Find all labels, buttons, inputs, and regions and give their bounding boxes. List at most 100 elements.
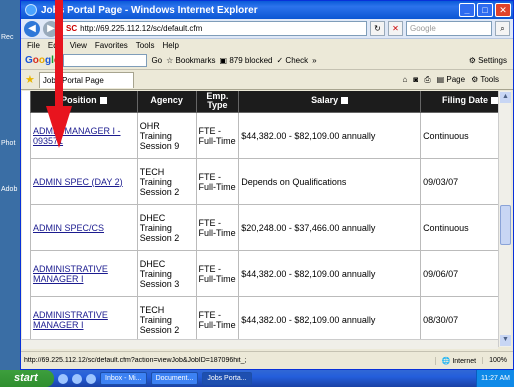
position-link[interactable]: ADMINISTRATIVE MANAGER I bbox=[33, 264, 108, 284]
clock[interactable]: 11:27 AM bbox=[481, 375, 510, 382]
agency-cell: TECH Training Session 2 bbox=[136, 296, 197, 343]
position-link[interactable]: ADMIN SPEC/CS bbox=[33, 223, 104, 233]
filing-date-cell: 09/03/07 bbox=[423, 176, 459, 187]
salary-cell: $44,382.00 - $82,109.00 annually bbox=[238, 296, 422, 343]
arrow-head bbox=[46, 106, 72, 148]
command-bar: ⌂ ◙ ⎙ ▤ Page ⚙ Tools bbox=[403, 75, 514, 85]
menu-favorites[interactable]: Favorites bbox=[95, 41, 128, 50]
task-jobs-portal[interactable]: Jobs Porta... bbox=[202, 372, 252, 385]
header-agency[interactable]: Agency bbox=[136, 91, 197, 113]
scroll-up-arrow[interactable]: ▲ bbox=[500, 92, 511, 103]
agency-cell: TECH Training Session 2 bbox=[139, 166, 180, 197]
type-cell: FTE - Full-Time bbox=[195, 204, 240, 251]
popup-blocked-button[interactable]: ▣ 879 blocked bbox=[220, 56, 273, 65]
search-input[interactable]: Google bbox=[406, 21, 492, 36]
vertical-scrollbar[interactable]: ▲ ▼ bbox=[498, 91, 511, 347]
home-icon[interactable]: ⌂ bbox=[403, 75, 408, 85]
agency-cell: OHR Training Session 9 bbox=[139, 120, 180, 151]
task-inbox[interactable]: Inbox - Mi... bbox=[100, 372, 147, 385]
zoom-level[interactable]: 100% bbox=[482, 357, 513, 364]
desktop-icon-label[interactable]: Rec bbox=[1, 34, 13, 41]
status-bar: http://69.225.112.12/sc/default.cfm?acti… bbox=[21, 351, 513, 369]
sort-icon[interactable] bbox=[491, 97, 499, 105]
close-button[interactable]: ✕ bbox=[495, 3, 511, 17]
salary-cell: Depends on Qualifications bbox=[241, 176, 347, 187]
scroll-thumb[interactable] bbox=[500, 205, 511, 245]
maximize-button[interactable]: □ bbox=[477, 3, 493, 17]
desktop-icon-label[interactable]: Phot bbox=[1, 140, 15, 147]
filing-date-cell: 09/06/07 bbox=[423, 268, 459, 279]
desktop-icon-label[interactable]: Adob bbox=[1, 186, 17, 193]
feeds-icon[interactable]: ◙ bbox=[413, 75, 418, 85]
address-input[interactable]: SC http://69.225.112.12/sc/default.cfm bbox=[62, 21, 367, 36]
menu-bar: File Edit View Favorites Tools Help bbox=[21, 39, 513, 52]
agency-cell: OHR Training Session 9 bbox=[136, 112, 197, 159]
go-button[interactable]: Go bbox=[151, 56, 162, 65]
refresh-button[interactable]: ↻ bbox=[370, 21, 385, 36]
more-button[interactable]: » bbox=[312, 56, 316, 65]
stop-button[interactable]: ✕ bbox=[388, 21, 403, 36]
menu-tools[interactable]: Tools bbox=[136, 41, 155, 50]
agency-cell: DHEC Training Session 2 bbox=[136, 204, 197, 251]
filing-date-cell: Continuous bbox=[423, 222, 469, 233]
tools-menu[interactable]: ⚙ Tools bbox=[471, 75, 499, 85]
quicklaunch-icon[interactable] bbox=[58, 373, 68, 384]
agency-cell: DHEC Training Session 3 bbox=[139, 258, 180, 289]
settings-button[interactable]: ⚙ Settings bbox=[469, 56, 513, 65]
header-emp-type[interactable]: Emp. Type bbox=[195, 91, 240, 113]
window-title: Jobs Portal Page - Windows Internet Expl… bbox=[41, 4, 258, 16]
quicklaunch-icon[interactable] bbox=[86, 373, 96, 384]
agency-cell: TECH Training Session 2 bbox=[139, 304, 180, 335]
sort-icon[interactable] bbox=[99, 97, 107, 105]
emp-type-cell: FTE - Full-Time bbox=[198, 125, 236, 146]
date-cell: 09/03/07 bbox=[420, 158, 500, 205]
position-cell: ADMINISTRATIVE MANAGER I bbox=[30, 250, 138, 297]
agency-cell: TECH Training Session 2 bbox=[136, 158, 197, 205]
menu-file[interactable]: File bbox=[27, 41, 40, 50]
print-icon[interactable]: ⎙ bbox=[424, 75, 430, 85]
jobs-table: Position Agency Emp. Type Salary Filing … bbox=[30, 91, 500, 343]
start-button[interactable]: start bbox=[0, 370, 54, 387]
header-salary[interactable]: Salary bbox=[238, 91, 422, 113]
position-cell: ADMIN SPEC/CS bbox=[30, 204, 138, 251]
minimize-button[interactable]: _ bbox=[459, 3, 475, 17]
ie-icon bbox=[25, 4, 37, 16]
quicklaunch-icon[interactable] bbox=[72, 373, 82, 384]
type-cell: FTE - Full-Time bbox=[195, 158, 240, 205]
search-button[interactable]: ⌕ bbox=[495, 21, 510, 36]
page-content: Position Agency Emp. Type Salary Filing … bbox=[22, 91, 500, 347]
back-button[interactable]: ◀ bbox=[24, 20, 40, 37]
filing-date-cell: Continuous bbox=[423, 130, 469, 141]
horizontal-scrollbar[interactable] bbox=[22, 339, 498, 349]
google-search-input[interactable] bbox=[63, 54, 148, 67]
salary-cell: $44,382.00 - $82,109.00 annually bbox=[238, 112, 422, 159]
bookmarks-button[interactable]: ☆ Bookmarks bbox=[166, 56, 215, 65]
status-url: http://69.225.112.12/sc/default.cfm?acti… bbox=[24, 357, 247, 364]
favorites-star-icon[interactable]: ★ bbox=[25, 73, 35, 86]
table-row: ADMIN MANAGER I - 093571 OHR Training Ses… bbox=[30, 112, 500, 159]
tab-bar: ★ Jobs Portal Page ⌂ ◙ ⎙ ▤ Page ⚙ Tools bbox=[21, 70, 513, 90]
title-bar[interactable]: Jobs Portal Page - Windows Internet Expl… bbox=[21, 1, 513, 19]
scroll-down-arrow[interactable]: ▼ bbox=[500, 335, 511, 346]
salary-cell: $44,382.00 - $82,109.00 annually bbox=[241, 314, 376, 325]
address-bar: ◀ ▶ SC http://69.225.112.12/sc/default.cf… bbox=[21, 19, 513, 39]
agency-cell: DHEC Training Session 2 bbox=[139, 212, 180, 243]
date-cell: Continuous bbox=[420, 204, 500, 251]
type-cell: FTE - Full-Time bbox=[195, 296, 240, 343]
table-row: ADMINISTRATIVE MANAGER I DHEC Training Se… bbox=[30, 250, 500, 297]
sort-icon[interactable] bbox=[341, 97, 349, 105]
date-cell: 08/30/07 bbox=[420, 296, 500, 343]
table-row: ADMIN SPEC (DAY 2) TECH Training Session … bbox=[30, 158, 500, 205]
salary-cell: $44,382.00 - $82,109.00 annually bbox=[241, 130, 376, 141]
task-document[interactable]: Document... bbox=[150, 372, 199, 385]
salary-cell: Depends on Qualifications bbox=[238, 158, 422, 205]
header-filing-date[interactable]: Filing Date bbox=[420, 91, 500, 113]
menu-help[interactable]: Help bbox=[162, 41, 178, 50]
page-menu[interactable]: ▤ Page bbox=[437, 75, 465, 85]
emp-type-cell: FTE - Full-Time bbox=[198, 217, 236, 238]
spellcheck-button[interactable]: ✓ Check bbox=[276, 56, 308, 65]
filing-date-cell: 08/30/07 bbox=[423, 314, 459, 325]
position-link[interactable]: ADMINISTRATIVE MANAGER I bbox=[33, 310, 108, 330]
position-link[interactable]: ADMIN SPEC (DAY 2) bbox=[33, 177, 123, 187]
agency-cell: DHEC Training Session 3 bbox=[136, 250, 197, 297]
